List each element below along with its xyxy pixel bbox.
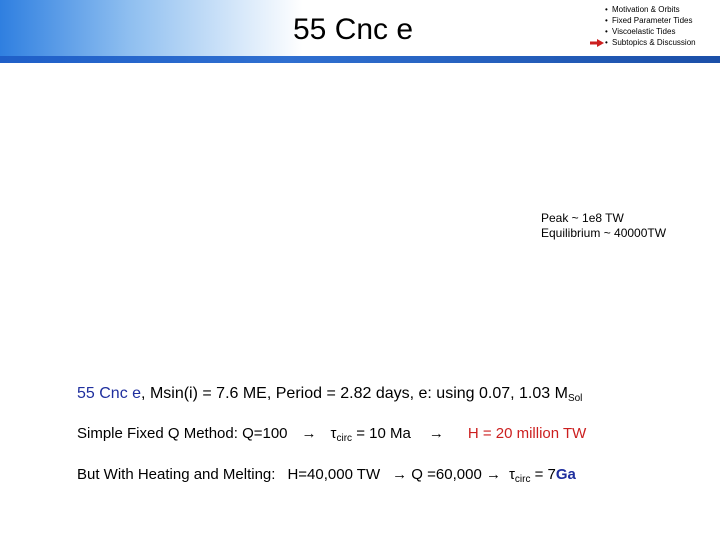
heating-result: H = 20 million TW xyxy=(467,425,587,442)
melting-text: But With Heating and Melting: xyxy=(77,466,276,483)
agenda-item-label: Motivation & Orbits xyxy=(612,5,680,14)
planet-name: 55 Cnc e xyxy=(77,385,142,402)
circ-subscript: circ xyxy=(514,474,531,485)
agenda-item-label: Subtopics & Discussion xyxy=(612,38,696,47)
heating-value: H=40,000 TW xyxy=(287,466,381,483)
planet-parameters-text: , Msin(i) = 7.6 ME, Period = 2.82 days, … xyxy=(141,385,568,402)
agenda-item-label: Fixed Parameter Tides xyxy=(612,16,693,25)
tau-value: = 7 xyxy=(530,466,556,483)
agenda-item-motivation[interactable]: • Motivation & Orbits xyxy=(605,4,717,15)
header-rule xyxy=(0,56,720,63)
tau-unit: Ga xyxy=(555,466,576,483)
bullet-icon: • xyxy=(605,27,608,36)
agenda-item-subtopics[interactable]: • Subtopics & Discussion xyxy=(590,37,717,48)
arrow-icon: → xyxy=(485,466,501,483)
arrow-icon: → xyxy=(428,425,444,442)
heating-note: Peak ~ 1e8 TW Equilibrium ~ 40000TW xyxy=(541,211,666,241)
agenda-item-label: Viscoelastic Tides xyxy=(612,27,676,36)
tau-value: = 10 Ma xyxy=(352,425,411,442)
agenda-item-viscoelastic[interactable]: • Viscoelastic Tides xyxy=(605,26,717,37)
agenda-item-fixed-parameter[interactable]: • Fixed Parameter Tides xyxy=(605,15,717,26)
q-value: Q =60,000 xyxy=(407,466,486,483)
circ-subscript: circ xyxy=(336,433,353,444)
note-peak: Peak ~ 1e8 TW xyxy=(541,211,624,225)
slide-title: 55 Cnc e xyxy=(293,13,414,46)
bullet-icon: • xyxy=(605,5,608,14)
agenda-list: • Motivation & Orbits • Fixed Parameter Ti… xyxy=(590,4,717,48)
fixed-q-text: Simple Fixed Q Method: Q=100 xyxy=(77,425,288,442)
arrow-icon: → xyxy=(301,425,317,442)
current-section-arrow-icon xyxy=(590,39,604,47)
melting-method: But With Heating and Melting: H=40,000 TW… xyxy=(77,465,576,485)
planet-parameters: 55 Cnc e, Msin(i) = 7.6 ME, Period = 2.8… xyxy=(77,384,582,404)
bullet-icon: • xyxy=(605,38,608,47)
sol-subscript: Sol xyxy=(567,393,583,404)
note-equilibrium: Equilibrium ~ 40000TW xyxy=(541,226,667,240)
arrow-icon: → xyxy=(392,466,408,483)
fixed-q-method: Simple Fixed Q Method: Q=100 → τcirc = 10 … xyxy=(77,424,586,444)
bullet-icon: • xyxy=(605,16,608,25)
